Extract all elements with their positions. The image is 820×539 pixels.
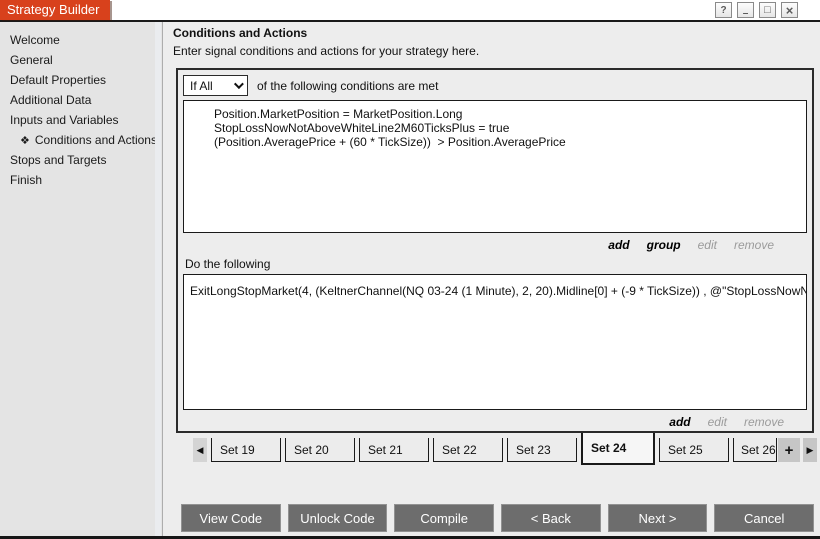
condition-item[interactable]: (Position.AveragePrice + (60 * TickSize)…	[184, 135, 806, 149]
actions-list[interactable]: ExitLongStopMarket(4, (KeltnerChannel(NQ…	[183, 274, 807, 410]
condition-edit-link: edit	[698, 238, 717, 252]
tab-label: Set 24	[591, 441, 626, 455]
sidebar-item-label: Default Properties	[10, 73, 106, 87]
sidebar-item-label: Welcome	[10, 33, 60, 47]
unlock-code-button[interactable]: Unlock Code	[288, 504, 388, 532]
wizard-sidebar: Welcome General Default Properties Addit…	[0, 22, 163, 536]
sidebar-item-label: General	[10, 53, 53, 67]
condition-operator-caption: of the following conditions are met	[257, 79, 438, 93]
scroll-tabs-left-button[interactable]: ◀	[193, 438, 207, 462]
sidebar-item-general[interactable]: General	[0, 50, 162, 70]
tab-set-24[interactable]: Set 24	[581, 433, 655, 465]
tab-label: Set 19	[220, 443, 255, 457]
chevron-down-icon	[234, 79, 244, 89]
strategy-builder-window: Strategy Builder ? – □ × Welcome General…	[0, 0, 820, 539]
condition-operator-value: If All	[190, 79, 234, 93]
compile-button[interactable]: Compile	[394, 504, 494, 532]
sidebar-item-label: Conditions and Actions	[35, 133, 157, 147]
page-subtitle: Enter signal conditions and actions for …	[173, 44, 479, 58]
sidebar-item-welcome[interactable]: Welcome	[0, 30, 162, 50]
sidebar-item-default-properties[interactable]: Default Properties	[0, 70, 162, 90]
tab-label: Set 21	[368, 443, 403, 457]
actions-caption: Do the following	[185, 257, 812, 271]
scroll-tabs-right-button[interactable]: ▶	[803, 438, 817, 462]
sidebar-item-label: Finish	[10, 173, 42, 187]
window-title: Strategy Builder	[0, 0, 110, 20]
help-icon: ?	[720, 5, 726, 16]
view-code-button[interactable]: View Code	[181, 504, 281, 532]
action-remove-link: remove	[744, 415, 784, 429]
current-step-icon: ❖	[20, 135, 30, 147]
tab-label: Set 25	[668, 443, 703, 457]
sidebar-item-stops-and-targets[interactable]: Stops and Targets	[0, 150, 162, 170]
sidebar-item-label: Stops and Targets	[10, 153, 107, 167]
page-title: Conditions and Actions	[173, 26, 307, 40]
close-icon: ×	[786, 3, 794, 18]
condition-links: add group edit remove	[178, 233, 812, 256]
main-panel: Conditions and Actions Enter signal cond…	[164, 22, 820, 536]
dialog-buttons: View Code Unlock Code Compile < Back Nex…	[181, 504, 814, 532]
condition-add-link[interactable]: add	[608, 238, 629, 252]
tab-set-19[interactable]: Set 19	[211, 438, 281, 462]
sidebar-item-label: Additional Data	[10, 93, 91, 107]
back-button[interactable]: < Back	[501, 504, 601, 532]
cancel-button[interactable]: Cancel	[714, 504, 814, 532]
tab-set-26[interactable]: Set 26	[733, 438, 777, 462]
close-button[interactable]: ×	[781, 2, 798, 18]
arrow-left-icon: ◀	[197, 445, 204, 456]
condition-remove-link: remove	[734, 238, 774, 252]
tab-set-22[interactable]: Set 22	[433, 438, 503, 462]
sidebar-item-conditions-and-actions[interactable]: ❖ Conditions and Actions	[0, 130, 162, 150]
minimize-button[interactable]: –	[737, 2, 754, 18]
action-edit-link: edit	[708, 415, 727, 429]
condition-item[interactable]: StopLossNowNotAboveWhiteLine2M60TicksPlu…	[184, 121, 806, 135]
tab-set-20[interactable]: Set 20	[285, 438, 355, 462]
tab-label: Set 20	[294, 443, 329, 457]
arrow-right-icon: ▶	[807, 445, 814, 456]
sidebar-item-finish[interactable]: Finish	[0, 170, 162, 190]
minimize-icon: –	[743, 8, 749, 19]
add-set-tab-button[interactable]: +	[778, 438, 800, 462]
sidebar-item-inputs-and-variables[interactable]: Inputs and Variables	[0, 110, 162, 130]
condition-operator-row: If All of the following conditions are m…	[183, 75, 807, 96]
tab-label: Set 22	[442, 443, 477, 457]
conditions-list[interactable]: Position.MarketPosition = MarketPosition…	[183, 100, 807, 233]
condition-item[interactable]: Position.MarketPosition = MarketPosition…	[184, 107, 806, 121]
help-button[interactable]: ?	[715, 2, 732, 18]
tab-set-21[interactable]: Set 21	[359, 438, 429, 462]
tab-label: Set 26	[741, 443, 776, 457]
tab-label: Set 23	[516, 443, 551, 457]
maximize-button[interactable]: □	[759, 2, 776, 18]
sidebar-item-label: Inputs and Variables	[10, 113, 119, 127]
tab-set-23[interactable]: Set 23	[507, 438, 577, 462]
action-item[interactable]: ExitLongStopMarket(4, (KeltnerChannel(NQ…	[184, 284, 806, 298]
next-button[interactable]: Next >	[608, 504, 708, 532]
set-tab-page: If All of the following conditions are m…	[176, 68, 814, 433]
action-add-link[interactable]: add	[669, 415, 690, 429]
action-links: add edit remove	[178, 410, 812, 433]
window-controls: ? – □ ×	[715, 2, 798, 18]
sidebar-item-additional-data[interactable]: Additional Data	[0, 90, 162, 110]
maximize-icon: □	[764, 4, 771, 16]
titlebar: Strategy Builder ? – □ ×	[0, 0, 820, 22]
set-tabstrip: ◀ Set 19 Set 20 Set 21 Set 22 Set 23 Set…	[176, 433, 820, 467]
condition-group-link[interactable]: group	[647, 238, 681, 252]
condition-operator-dropdown[interactable]: If All	[183, 75, 248, 96]
plus-icon: +	[785, 442, 794, 459]
tab-set-25[interactable]: Set 25	[659, 438, 729, 462]
